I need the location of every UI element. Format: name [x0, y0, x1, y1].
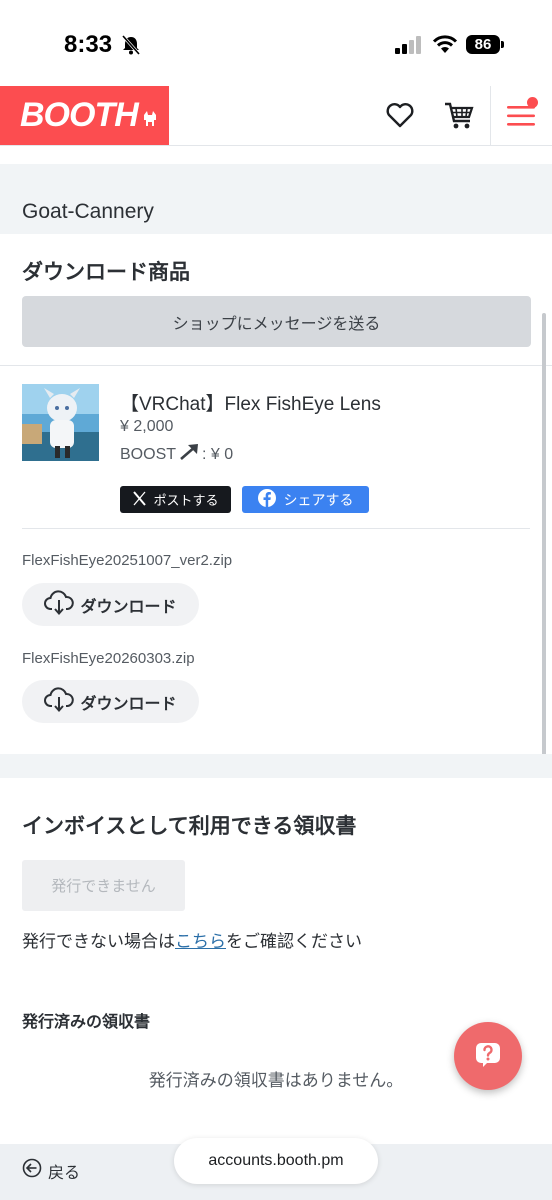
share-on-facebook-button[interactable]: シェアする — [242, 486, 369, 513]
product-price: ¥ 2,000 — [120, 418, 174, 435]
heart-icon[interactable] — [385, 100, 415, 135]
help-link[interactable]: こちら — [175, 932, 226, 951]
shop-name[interactable]: Goat-Cannery — [22, 200, 154, 224]
scrollbar[interactable] — [542, 313, 546, 773]
item-divider — [22, 528, 530, 529]
signal-icon — [395, 36, 423, 59]
issued-receipts-title: 発行済みの領収書 — [22, 1014, 151, 1031]
help-icon — [474, 1040, 502, 1073]
post-on-x-button[interactable]: ポストする — [120, 486, 231, 513]
card-divider — [0, 365, 552, 366]
product-title[interactable]: 【VRChat】Flex FishEye Lens — [120, 389, 381, 416]
cloud-download-icon — [44, 589, 75, 620]
downloads-title: ダウンロード商品 — [22, 261, 190, 284]
site-header: BOOTH — [0, 86, 552, 146]
cloud-download-icon — [44, 686, 75, 717]
battery-indicator: 86 — [466, 35, 500, 54]
help-button[interactable] — [454, 1022, 522, 1090]
header-spacer — [0, 146, 552, 164]
invoice-title: インボイスとして利用できる領収書 — [22, 815, 357, 838]
download-button[interactable]: ダウンロード — [22, 583, 199, 626]
booth-logo[interactable]: BOOTH — [0, 86, 169, 145]
download-button-label: ダウンロード — [80, 695, 177, 713]
header-divider — [490, 86, 491, 145]
section-separator — [0, 754, 552, 778]
back-label: 戻る — [48, 1164, 81, 1182]
back-arrow-icon — [22, 1158, 42, 1183]
goat-icon — [142, 109, 158, 132]
cart-icon[interactable] — [443, 100, 475, 137]
shop-band: Goat-Cannery — [0, 164, 552, 234]
url-bar[interactable]: accounts.booth.pm — [174, 1138, 378, 1184]
help-suffix: をご確認ください — [226, 932, 362, 951]
status-time: 8:33 — [64, 31, 113, 58]
menu-notification-dot — [527, 97, 538, 108]
boost-label: BOOST — [120, 445, 177, 463]
battery-nub — [501, 41, 504, 48]
boost-arrow-icon — [178, 443, 200, 466]
bell-slash-icon — [120, 34, 142, 61]
file-name: FlexFishEye20260303.zip — [22, 650, 195, 667]
product-boost: BOOST : ¥ 0 — [120, 443, 233, 466]
download-card: ダウンロード商品 ショップにメッセージを送る 【VRChat】Flex Fish… — [0, 234, 552, 754]
post-button-label: ポストする — [153, 493, 219, 508]
download-button-label: ダウンロード — [80, 598, 177, 616]
product-thumbnail[interactable] — [22, 384, 99, 461]
send-message-button[interactable]: ショップにメッセージを送る — [22, 296, 531, 347]
wifi-icon — [432, 34, 458, 59]
share-button-label: シェアする — [283, 491, 354, 508]
facebook-icon — [257, 489, 276, 510]
receipt-help-text: 発行できない場合はこちらをご確認ください — [22, 927, 362, 952]
download-button[interactable]: ダウンロード — [22, 680, 199, 723]
issue-receipt-button: 発行できません — [22, 860, 185, 911]
boost-value: : ¥ 0 — [202, 445, 234, 463]
help-prefix: 発行できない場合は — [22, 932, 175, 951]
x-logo-icon — [132, 490, 147, 509]
file-name: FlexFishEye20251007_ver2.zip — [22, 552, 233, 569]
logo-text: BOOTH — [20, 96, 139, 134]
bottom-bar: 戻る accounts.booth.pm — [0, 1138, 552, 1200]
status-bar: 8:33 86 — [0, 0, 552, 86]
back-button[interactable]: 戻る — [22, 1158, 80, 1183]
